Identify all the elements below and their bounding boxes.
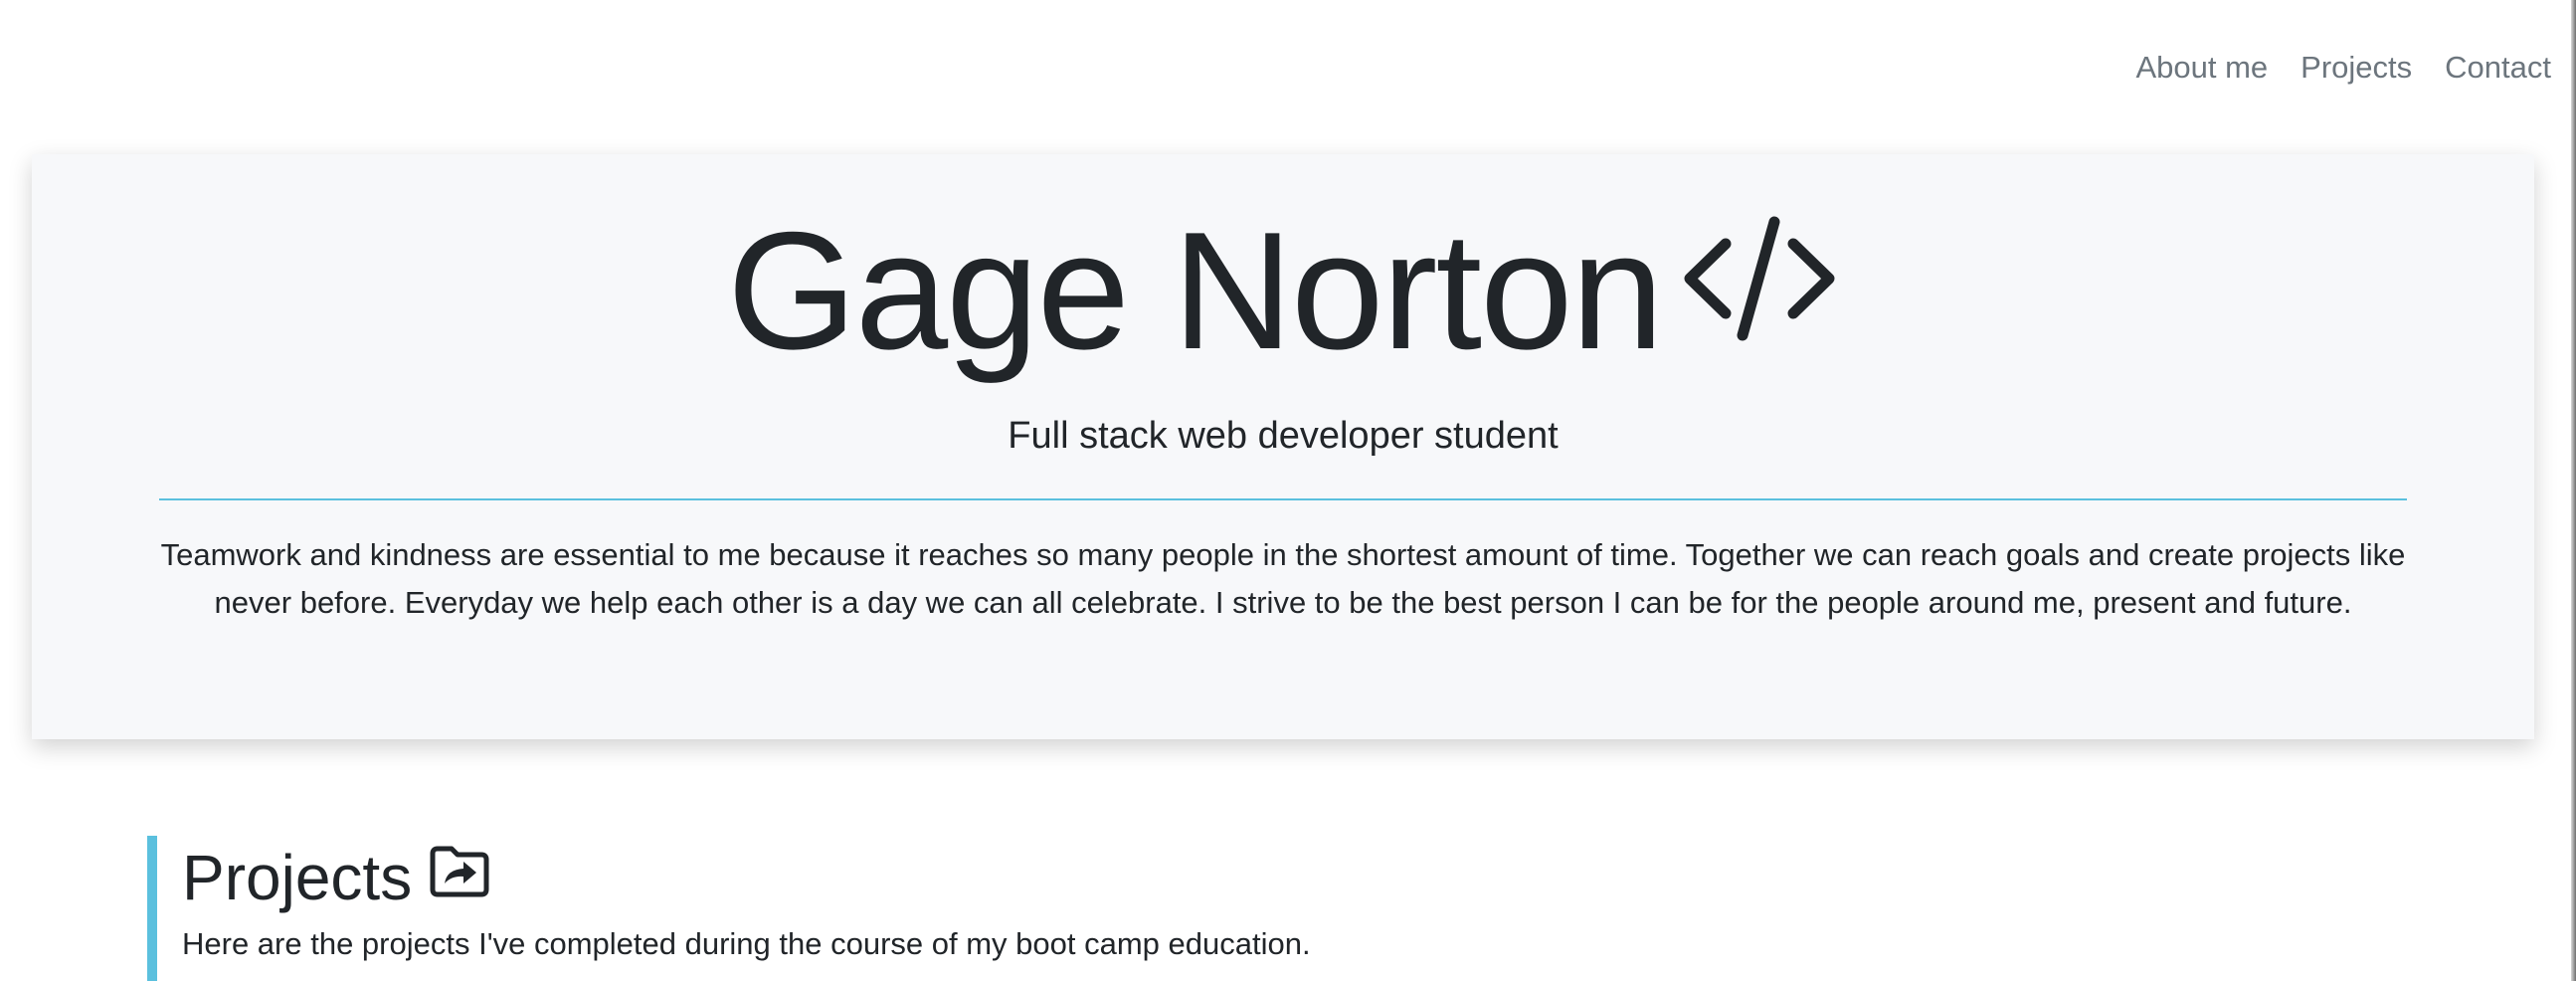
- hero-divider: [159, 498, 2407, 500]
- projects-heading: Projects: [182, 840, 2335, 916]
- nav-link-projects[interactable]: Projects: [2300, 50, 2412, 86]
- projects-section: Projects Here are the projects I've comp…: [147, 836, 2335, 981]
- folder-share-icon: [428, 844, 491, 904]
- hero-title: Gage Norton: [32, 199, 2534, 396]
- projects-title: Projects: [182, 842, 413, 913]
- hero-subtitle: Full stack web developer student: [1008, 415, 1559, 457]
- window-edge: [2571, 0, 2576, 981]
- projects-description: Here are the projects I've completed dur…: [182, 925, 1311, 961]
- nav-link-about[interactable]: About me: [2135, 50, 2268, 86]
- hero-jumbotron: Gage Norton Full stack web developer stu…: [32, 154, 2534, 739]
- nav-link-contact[interactable]: Contact: [2445, 50, 2551, 86]
- hero-bio: Teamwork and kindness are essential to m…: [160, 537, 2406, 620]
- hero-name: Gage Norton: [727, 197, 1664, 384]
- top-navbar: About me Projects Contact: [2135, 40, 2551, 95]
- code-icon: [1680, 194, 1839, 378]
